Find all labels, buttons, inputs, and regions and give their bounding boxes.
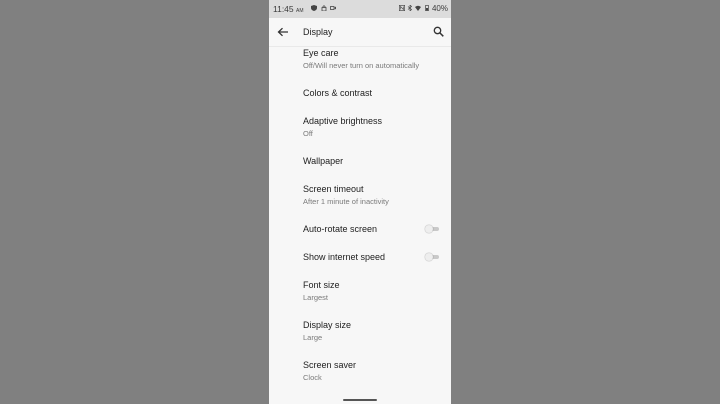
setting-eye-care[interactable]: Eye care Off/Will never turn on automati… xyxy=(269,46,451,74)
setting-summary: Off xyxy=(303,129,313,138)
setting-label: Display size xyxy=(303,320,352,330)
arrow-back-icon[interactable] xyxy=(277,27,289,37)
setting-label: Screen saver xyxy=(303,360,357,370)
bluetooth-icon xyxy=(407,5,413,11)
setting-label: Wallpaper xyxy=(303,156,344,166)
internet-speed-toggle[interactable] xyxy=(425,253,439,261)
setting-label: Font size xyxy=(303,280,340,290)
lock-icon xyxy=(321,5,327,11)
wifi-icon xyxy=(415,5,421,11)
setting-label: Screen timeout xyxy=(303,184,364,194)
auto-rotate-toggle[interactable] xyxy=(425,225,439,233)
setting-adaptive-brightness[interactable]: Adaptive brightness Off xyxy=(269,108,451,142)
battery-icon xyxy=(425,5,429,11)
gesture-nav-handle[interactable] xyxy=(343,399,377,401)
phone-screen: 11:45 AM 40% Display Eye care Off/Will n… xyxy=(269,0,451,404)
setting-summary: After 1 minute of inactivity xyxy=(303,197,389,206)
setting-screen-timeout[interactable]: Screen timeout After 1 minute of inactiv… xyxy=(269,176,451,210)
setting-font-size[interactable]: Font size Largest xyxy=(269,272,451,306)
setting-label: Show internet speed xyxy=(303,252,386,262)
search-icon[interactable] xyxy=(433,26,444,37)
setting-label: Colors & contrast xyxy=(303,88,373,98)
setting-label: Auto-rotate screen xyxy=(303,224,378,234)
setting-summary: Clock xyxy=(303,373,322,382)
shield-icon xyxy=(311,5,317,11)
setting-label: Adaptive brightness xyxy=(303,116,383,126)
setting-summary: Largest xyxy=(303,293,329,302)
battery-percent: 40% xyxy=(431,4,448,13)
setting-auto-rotate[interactable]: Auto-rotate screen xyxy=(269,216,451,242)
setting-show-internet-speed[interactable]: Show internet speed xyxy=(269,244,451,270)
setting-summary: Off/Will never turn on automatically xyxy=(303,61,420,70)
status-time: 11:45 AM xyxy=(273,4,304,14)
setting-summary: Large xyxy=(303,333,323,342)
setting-wallpaper[interactable]: Wallpaper xyxy=(269,146,451,176)
status-bar: 11:45 AM 40% xyxy=(269,0,451,18)
setting-display-size[interactable]: Display size Large xyxy=(269,312,451,346)
setting-label: Eye care xyxy=(303,48,339,58)
setting-screen-saver[interactable]: Screen saver Clock xyxy=(269,352,451,386)
recording-icon xyxy=(330,6,336,10)
setting-colors-contrast[interactable]: Colors & contrast xyxy=(269,80,451,106)
page-title: Display xyxy=(303,27,333,37)
nfc-icon xyxy=(399,5,405,11)
app-bar: Display xyxy=(269,18,451,47)
